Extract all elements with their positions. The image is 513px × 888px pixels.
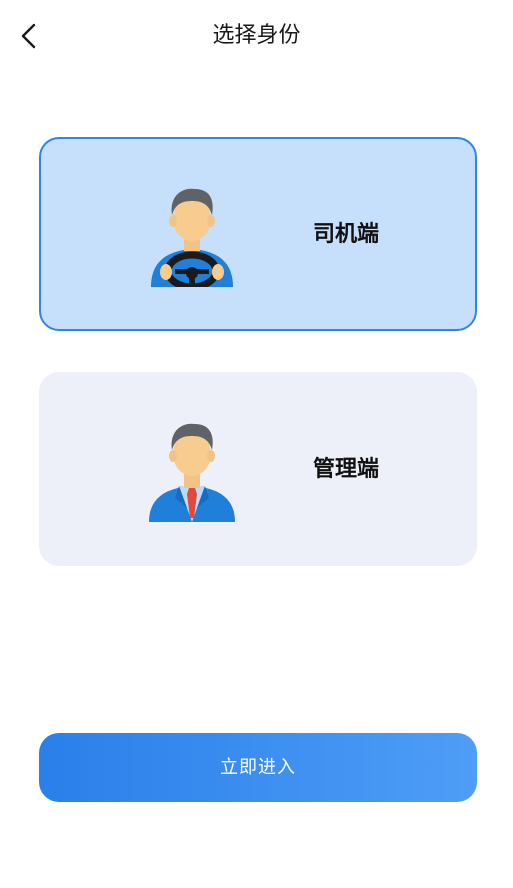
manager-avatar-icon	[149, 423, 235, 522]
header-bar: 选择身份	[0, 0, 513, 72]
role-card-manager[interactable]: 管理端	[39, 372, 477, 566]
page-title: 选择身份	[212, 23, 301, 48]
role-label-manager: 管理端	[312, 457, 379, 482]
role-card-driver[interactable]: 司机端	[39, 137, 477, 331]
role-label-driver: 司机端	[312, 222, 379, 247]
enter-now-button[interactable]: 立即进入	[39, 733, 477, 802]
driver-avatar-icon	[151, 188, 233, 287]
